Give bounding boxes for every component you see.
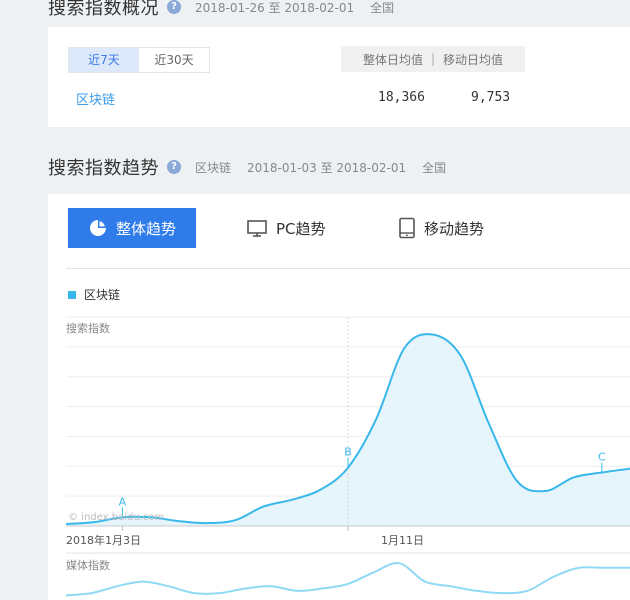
col-total-avg: 整体日均值	[362, 52, 423, 67]
trend-card: 整体趋势 PC趋势 移动趋势 区块链 ABC 搜索指数 © index.baid…	[48, 194, 630, 600]
trend-header: 搜索指数趋势 ? 区块链 2018-01-03 至 2018-02-01 全国	[48, 154, 446, 180]
y-axis-label-search: 搜索指数	[66, 322, 110, 335]
x-tick-label-start: 2018年1月3日	[66, 534, 141, 547]
overview-region: 全国	[370, 0, 395, 15]
overview-date-range: 2018-01-26 至 2018-02-01	[195, 0, 355, 15]
mobile-avg-value: 9,753	[471, 90, 511, 105]
trend-date-range: 2018-01-03 至 2018-02-01	[247, 160, 407, 175]
trend-title: 搜索指数趋势	[48, 158, 159, 179]
watermark: © index.baidu.com	[68, 512, 165, 523]
y-axis-label-media: 媒体指数	[66, 559, 110, 572]
total-avg-value: 18,366	[378, 90, 425, 105]
overview-card: 近7天 近30天 整体日均值 | 移动日均值 区块链 18,366 9,753	[48, 27, 630, 127]
col-separator: |	[430, 52, 436, 66]
trend-keyword: 区块链	[195, 160, 232, 175]
overview-header: 搜索指数概况 ? 2018-01-26 至 2018-02-01 全国	[48, 0, 394, 20]
help-icon[interactable]: ?	[167, 160, 181, 174]
overview-keyword[interactable]: 区块链	[76, 89, 115, 108]
overview-title: 搜索指数概况	[48, 0, 159, 19]
media-series-line	[65, 562, 630, 597]
tab-30-days[interactable]: 近30天	[139, 48, 209, 72]
annotation-label-a: A	[119, 495, 127, 508]
period-toggle: 近7天 近30天	[68, 47, 210, 73]
tab-7-days[interactable]: 近7天	[69, 48, 139, 72]
annotation-label-b: B	[344, 446, 352, 459]
help-icon[interactable]: ?	[167, 0, 181, 14]
trend-region: 全国	[422, 160, 447, 175]
col-mobile-avg: 移动日均值	[443, 52, 504, 67]
x-tick-label-jan11: 1月11日	[381, 534, 424, 547]
overview-column-header: 整体日均值 | 移动日均值	[341, 46, 525, 72]
annotation-label-c: C	[598, 451, 606, 464]
